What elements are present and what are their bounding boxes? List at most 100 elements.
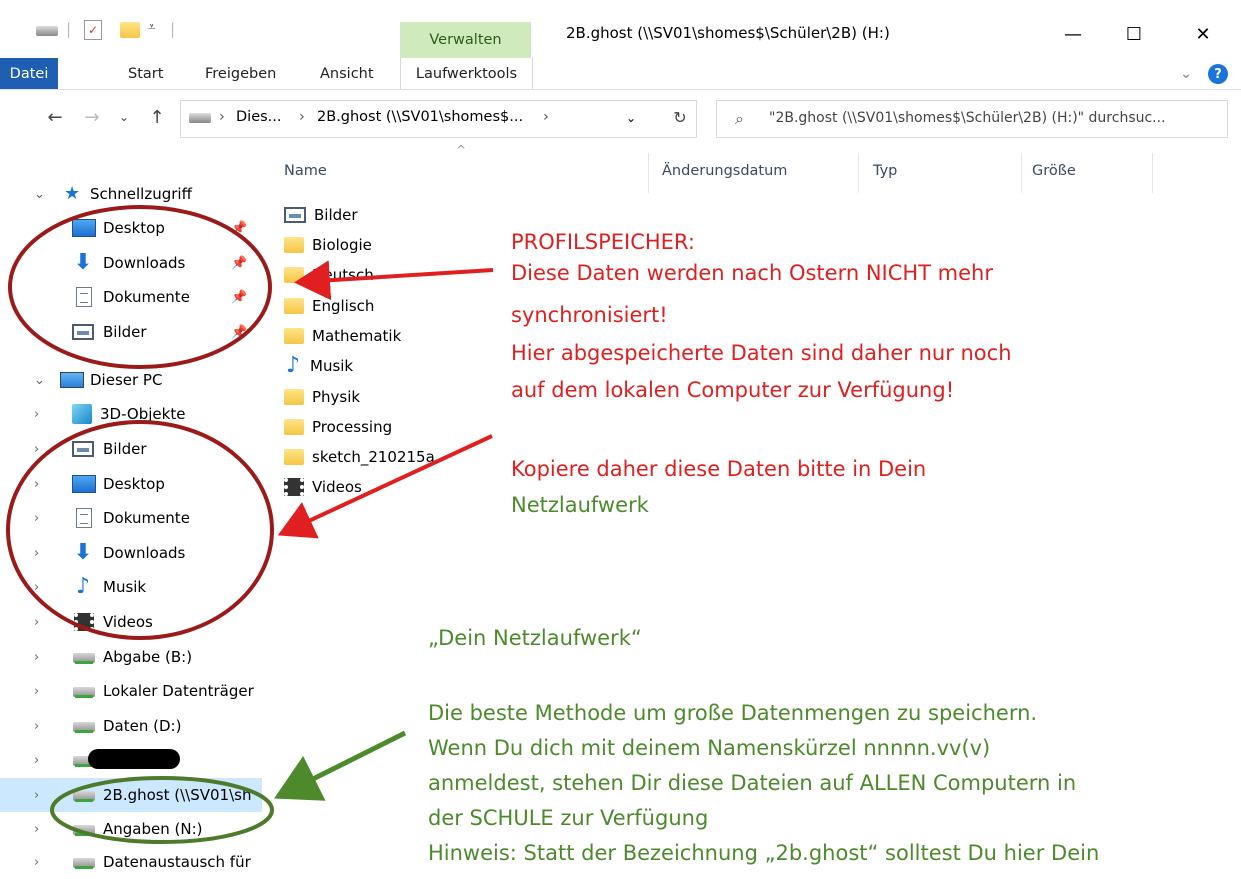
nav-drive-abgabe[interactable]: › Abgabe (B:): [0, 640, 262, 674]
search-field[interactable]: ⌕ "2B.ghost (\\SV01\shomes$\Schüler\2B) …: [716, 100, 1228, 138]
chevron-right-icon[interactable]: ›: [34, 719, 39, 734]
profile-note-line: auf dem lokalen Computer zur Verfügung!: [511, 378, 955, 402]
recent-locations-icon[interactable]: ⌄: [114, 89, 134, 145]
column-separator[interactable]: [1152, 153, 1153, 193]
forward-arrow-icon[interactable]: →: [78, 89, 106, 145]
nav-quick-desktop[interactable]: Desktop 📌: [0, 211, 262, 245]
breadcrumb-this-pc[interactable]: Dies...: [236, 109, 282, 125]
nav-3d-objects[interactable]: › 3D-Objekte: [0, 397, 262, 431]
nav-quick-downloads[interactable]: ⬇ Downloads 📌: [0, 246, 262, 280]
nav-drive-local[interactable]: › Lokaler Datenträger: [0, 674, 262, 708]
folder-icon: [284, 419, 304, 435]
redaction-mark: [88, 749, 180, 769]
chevron-right-icon[interactable]: ›: [34, 442, 39, 457]
nav-label: Datenaustausch für: [103, 853, 251, 871]
close-button[interactable]: ✕: [1180, 14, 1226, 54]
list-item[interactable]: sketch_210215a: [284, 445, 435, 469]
maximize-button[interactable]: ☐: [1111, 14, 1157, 54]
up-arrow-icon[interactable]: ↑: [144, 89, 170, 145]
chevron-right-icon[interactable]: ›: [34, 684, 39, 699]
chevron-right-icon[interactable]: ›: [34, 650, 39, 665]
list-item[interactable]: Physik: [284, 385, 360, 409]
drive-icon: [189, 113, 211, 123]
chevron-right-icon[interactable]: ›: [34, 855, 39, 870]
list-item[interactable]: Biologie: [284, 233, 372, 257]
list-item[interactable]: Videos: [284, 475, 362, 499]
chevron-right-icon[interactable]: ›: [34, 615, 39, 630]
column-separator[interactable]: [1021, 153, 1022, 193]
chevron-right-icon[interactable]: ›: [34, 407, 39, 422]
chevron-down-icon[interactable]: ⌄: [34, 373, 45, 388]
nav-label: Angaben (N:): [103, 820, 203, 838]
refresh-icon[interactable]: ↻: [662, 89, 698, 145]
search-icon: ⌕: [735, 109, 744, 128]
new-folder-icon[interactable]: [120, 22, 140, 38]
nav-label: Dokumente: [103, 509, 190, 527]
nav-pc-downloads[interactable]: › ⬇ Downloads: [0, 536, 262, 570]
pin-icon[interactable]: 📌: [231, 290, 247, 305]
network-drive-icon: [73, 791, 95, 802]
drive-icon[interactable]: [36, 26, 58, 36]
list-item[interactable]: Bilder: [284, 203, 358, 227]
column-header-date[interactable]: Änderungsdatum: [662, 163, 787, 179]
pin-icon[interactable]: 📌: [231, 325, 247, 340]
desktop-icon: [72, 219, 96, 237]
nav-pc-videos[interactable]: › Videos: [0, 605, 262, 639]
chevron-right-icon[interactable]: ›: [34, 753, 39, 768]
tab-freigeben[interactable]: Freigeben: [205, 58, 276, 89]
pin-icon[interactable]: 📌: [231, 221, 247, 236]
pin-icon[interactable]: 📌: [231, 256, 247, 271]
column-separator[interactable]: [858, 153, 859, 193]
list-item[interactable]: Deutsch: [284, 263, 374, 287]
column-header-name[interactable]: Name: [284, 163, 327, 179]
chevron-right-icon[interactable]: ›: [34, 788, 39, 803]
tab-start[interactable]: Start: [128, 58, 163, 89]
list-item[interactable]: Mathematik: [284, 324, 401, 348]
nav-this-pc[interactable]: ⌄ Dieser PC: [0, 363, 262, 397]
list-item[interactable]: Processing: [284, 415, 392, 439]
nav-pc-documents[interactable]: › Dokumente: [0, 501, 262, 535]
tab-datei[interactable]: Datei: [0, 58, 58, 89]
separator-icon: |: [66, 20, 72, 38]
customize-quick-access-icon[interactable]: ⩡: [148, 20, 155, 35]
expand-ribbon-icon[interactable]: ⌄: [1180, 58, 1192, 89]
nav-quick-access[interactable]: ⌄ ★ Schnellzugriff: [0, 177, 262, 211]
chevron-down-icon[interactable]: ⌄: [34, 187, 45, 202]
chevron-right-icon[interactable]: ›: [34, 822, 39, 837]
breadcrumb-separator: ›: [219, 109, 225, 125]
properties-icon[interactable]: ✓: [84, 20, 102, 40]
nav-drive-datenaustausch[interactable]: › Datenaustausch für: [0, 845, 262, 879]
minimize-button[interactable]: —: [1050, 14, 1096, 54]
tab-ansicht[interactable]: Ansicht: [320, 58, 374, 89]
manage-context-tab[interactable]: Verwalten: [400, 22, 531, 58]
column-header-size[interactable]: Größe: [1032, 163, 1076, 179]
nav-pc-pictures[interactable]: › Bilder: [0, 432, 262, 466]
nav-pc-music[interactable]: › ♪ Musik: [0, 570, 262, 604]
network-note-line: Die beste Methode um große Datenmengen z…: [428, 701, 1038, 725]
chevron-right-icon[interactable]: ›: [34, 477, 39, 492]
chevron-right-icon[interactable]: ›: [34, 546, 39, 561]
column-separator[interactable]: [648, 153, 649, 193]
list-item[interactable]: Englisch: [284, 294, 374, 318]
back-arrow-icon[interactable]: ←: [40, 89, 70, 145]
nav-drive-angaben[interactable]: › Angaben (N:): [0, 812, 262, 846]
address-dropdown-icon[interactable]: ⌄: [626, 111, 636, 125]
tab-laufwerktools[interactable]: Laufwerktools: [400, 58, 533, 89]
address-field[interactable]: › Dies... › 2B.ghost (\\SV01\shomes$... …: [180, 100, 697, 138]
list-item[interactable]: ♪ Musik: [284, 354, 353, 378]
address-bar: ← → ⌄ ↑ › Dies... › 2B.ghost (\\SV01\sho…: [0, 89, 1241, 145]
nav-quick-pictures[interactable]: Bilder 📌: [0, 315, 262, 349]
chevron-right-icon[interactable]: ›: [34, 511, 39, 526]
pc-icon: [60, 372, 84, 388]
nav-label: Abgabe (B:): [103, 648, 193, 666]
nav-pc-desktop[interactable]: › Desktop: [0, 467, 262, 501]
help-icon[interactable]: ?: [1208, 64, 1228, 84]
nav-drive-daten[interactable]: › Daten (D:): [0, 709, 262, 743]
chevron-right-icon[interactable]: ›: [34, 580, 39, 595]
nav-drive-redacted[interactable]: ›: [0, 743, 262, 777]
nav-drive-2b-ghost[interactable]: › 2B.ghost (\\SV01\sh: [0, 778, 262, 812]
breadcrumb-drive[interactable]: 2B.ghost (\\SV01\shomes$...: [317, 109, 523, 125]
nav-quick-documents[interactable]: Dokumente 📌: [0, 280, 262, 314]
column-header-type[interactable]: Typ: [873, 163, 897, 179]
nav-label: Dieser PC: [90, 371, 163, 389]
